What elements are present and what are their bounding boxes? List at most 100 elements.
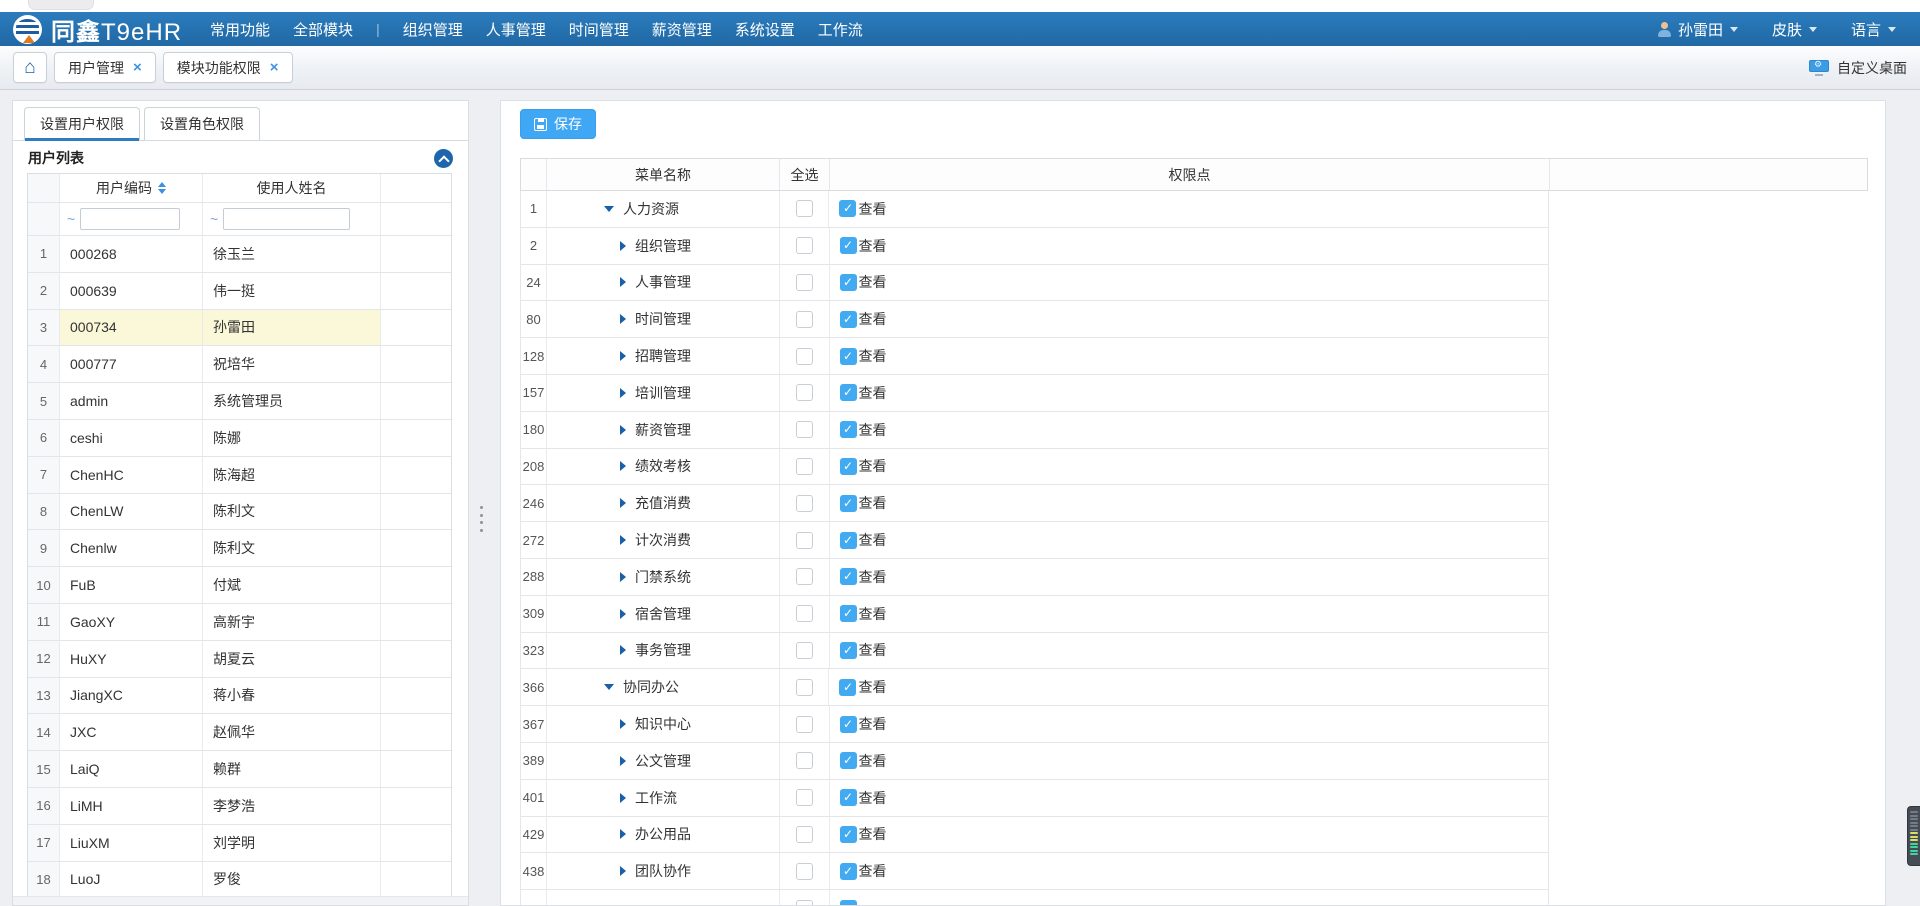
select-all-checkbox[interactable] bbox=[796, 532, 813, 549]
tab-用户管理[interactable]: 用户管理× bbox=[54, 52, 156, 83]
select-all-checkbox[interactable] bbox=[796, 458, 813, 475]
user-row[interactable]: 14JXC赵佩华 bbox=[28, 714, 451, 751]
table-row[interactable]: 309宿舍管理✓查看 bbox=[520, 596, 1549, 633]
table-row[interactable]: 24人事管理✓查看 bbox=[520, 265, 1549, 302]
tree-expand-icon[interactable] bbox=[620, 498, 626, 508]
view-checkbox-checked[interactable]: ✓ bbox=[840, 789, 857, 806]
table-row[interactable]: 438团队协作✓查看 bbox=[520, 853, 1549, 890]
user-row[interactable]: 18LuoJ罗俊 bbox=[28, 862, 451, 899]
view-checkbox-checked[interactable]: ✓ bbox=[840, 421, 857, 438]
customize-desktop-button[interactable]: 自定义桌面 bbox=[1809, 58, 1907, 78]
user-row[interactable]: 11GaoXY高新宇 bbox=[28, 604, 451, 641]
tree-expand-icon[interactable] bbox=[620, 535, 626, 545]
side-extension-widget[interactable] bbox=[1907, 806, 1920, 866]
panel-splitter-handle[interactable] bbox=[479, 506, 484, 532]
table-row[interactable]: 180薪资管理✓查看 bbox=[520, 412, 1549, 449]
user-row[interactable]: 7ChenHC陈海超 bbox=[28, 457, 451, 494]
select-all-checkbox[interactable] bbox=[796, 716, 813, 733]
table-row-partial[interactable] bbox=[520, 890, 1549, 906]
close-icon[interactable]: × bbox=[270, 59, 279, 76]
user-code-column-header[interactable]: 用户编码 bbox=[60, 174, 203, 202]
tree-expand-icon[interactable] bbox=[620, 829, 626, 839]
tab-模块功能权限[interactable]: 模块功能权限× bbox=[163, 52, 293, 83]
table-row[interactable]: 366协同办公✓查看 bbox=[520, 669, 1549, 706]
select-all-checkbox[interactable] bbox=[796, 605, 813, 622]
top-menu-item-1[interactable]: 常用功能 bbox=[210, 19, 270, 40]
close-icon[interactable]: × bbox=[133, 59, 142, 76]
view-checkbox-checked[interactable]: ✓ bbox=[840, 752, 857, 769]
top-menu-item-3[interactable]: 组织管理 bbox=[403, 19, 463, 40]
select-all-checkbox[interactable] bbox=[796, 237, 813, 254]
select-all-checkbox[interactable] bbox=[796, 348, 813, 365]
user-name-column-header[interactable]: 使用人姓名 bbox=[203, 174, 381, 202]
user-row[interactable]: 5admin系统管理员 bbox=[28, 383, 451, 420]
collapse-panel-button[interactable] bbox=[434, 149, 453, 168]
view-checkbox-checked[interactable]: ✓ bbox=[840, 716, 857, 733]
table-row[interactable]: 80时间管理✓查看 bbox=[520, 301, 1549, 338]
user-row[interactable]: 3000734孙雷田 bbox=[28, 310, 451, 347]
top-menu-item-4[interactable]: 人事管理 bbox=[486, 19, 546, 40]
view-checkbox-checked[interactable]: ✓ bbox=[840, 605, 857, 622]
user-code-filter-input[interactable] bbox=[80, 208, 180, 230]
select-all-checkbox[interactable] bbox=[796, 274, 813, 291]
user-row[interactable]: 16LiMH李梦浩 bbox=[28, 788, 451, 825]
table-row[interactable]: 1人力资源✓查看 bbox=[520, 191, 1549, 228]
subtab-设置用户权限[interactable]: 设置用户权限 bbox=[24, 107, 140, 140]
select-all-checkbox[interactable] bbox=[796, 568, 813, 585]
select-all-checkbox[interactable] bbox=[796, 789, 813, 806]
save-button[interactable]: 保存 bbox=[520, 109, 596, 139]
view-checkbox-checked[interactable]: ✓ bbox=[840, 311, 857, 328]
user-row[interactable]: 10FuB付斌 bbox=[28, 567, 451, 604]
tab-home[interactable]: ⌂ bbox=[13, 52, 47, 83]
top-menu-item-8[interactable]: 工作流 bbox=[818, 19, 863, 40]
select-all-checkbox[interactable] bbox=[796, 752, 813, 769]
tree-expand-icon[interactable] bbox=[620, 793, 626, 803]
view-checkbox-checked[interactable]: ✓ bbox=[840, 348, 857, 365]
tree-collapse-icon[interactable] bbox=[604, 684, 614, 690]
select-all-checkbox[interactable] bbox=[796, 679, 813, 696]
tree-expand-icon[interactable] bbox=[620, 314, 626, 324]
user-row[interactable]: 1000268徐玉兰 bbox=[28, 236, 451, 273]
tree-expand-icon[interactable] bbox=[620, 461, 626, 471]
view-checkbox-checked[interactable]: ✓ bbox=[840, 642, 857, 659]
tree-expand-icon[interactable] bbox=[620, 719, 626, 729]
table-row[interactable]: 246充值消费✓查看 bbox=[520, 485, 1549, 522]
skin-menu[interactable]: 皮肤 bbox=[1772, 19, 1817, 40]
table-row[interactable]: 128招聘管理✓查看 bbox=[520, 338, 1549, 375]
table-row[interactable]: 429办公用品✓查看 bbox=[520, 817, 1549, 854]
view-checkbox-checked[interactable]: ✓ bbox=[840, 237, 857, 254]
view-checkbox-checked[interactable]: ✓ bbox=[840, 384, 857, 401]
table-row[interactable]: 323事务管理✓查看 bbox=[520, 633, 1549, 670]
top-menu-item-7[interactable]: 系统设置 bbox=[735, 19, 795, 40]
subtab-设置角色权限[interactable]: 设置角色权限 bbox=[144, 107, 260, 140]
tree-expand-icon[interactable] bbox=[620, 277, 626, 287]
table-row[interactable]: 367知识中心✓查看 bbox=[520, 706, 1549, 743]
view-checkbox-checked[interactable]: ✓ bbox=[840, 863, 857, 880]
table-row[interactable]: 401工作流✓查看 bbox=[520, 780, 1549, 817]
top-menu-item-5[interactable]: 时间管理 bbox=[569, 19, 629, 40]
user-row[interactable]: 12HuXY胡夏云 bbox=[28, 641, 451, 678]
table-row[interactable]: 157培训管理✓查看 bbox=[520, 375, 1549, 412]
table-row[interactable]: 272计次消费✓查看 bbox=[520, 522, 1549, 559]
top-menu-item-2[interactable]: 全部模块 bbox=[293, 19, 353, 40]
tree-expand-icon[interactable] bbox=[620, 756, 626, 766]
user-row[interactable]: 2000639伟一挺 bbox=[28, 273, 451, 310]
view-checkbox-checked[interactable]: ✓ bbox=[840, 568, 857, 585]
view-checkbox-checked[interactable]: ✓ bbox=[839, 200, 856, 217]
table-row[interactable]: 288门禁系统✓查看 bbox=[520, 559, 1549, 596]
tree-expand-icon[interactable] bbox=[620, 351, 626, 361]
tree-expand-icon[interactable] bbox=[620, 866, 626, 876]
user-menu[interactable]: 孙雷田 bbox=[1657, 19, 1738, 40]
table-row[interactable]: 2组织管理✓查看 bbox=[520, 228, 1549, 265]
view-checkbox-checked[interactable]: ✓ bbox=[840, 274, 857, 291]
tree-expand-icon[interactable] bbox=[620, 425, 626, 435]
tree-expand-icon[interactable] bbox=[620, 572, 626, 582]
select-all-checkbox[interactable] bbox=[796, 900, 813, 906]
select-all-checkbox[interactable] bbox=[796, 826, 813, 843]
view-checkbox-checked[interactable]: ✓ bbox=[840, 826, 857, 843]
select-all-checkbox[interactable] bbox=[796, 200, 813, 217]
user-row[interactable]: 13JiangXC蒋小春 bbox=[28, 678, 451, 715]
user-row[interactable]: 9Chenlw陈利文 bbox=[28, 530, 451, 567]
select-all-checkbox[interactable] bbox=[796, 384, 813, 401]
table-row[interactable]: 208绩效考核✓查看 bbox=[520, 449, 1549, 486]
